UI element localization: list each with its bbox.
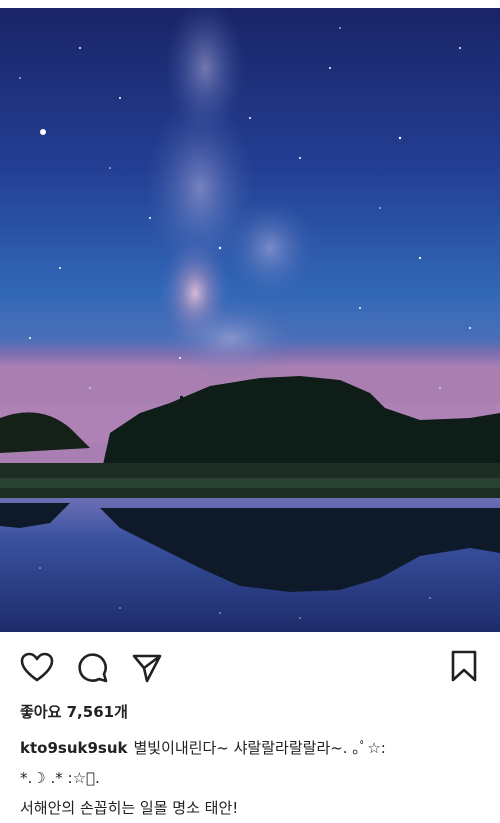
comment-bubble-icon[interactable] xyxy=(77,652,109,684)
send-paper-plane-icon[interactable] xyxy=(131,652,163,684)
likes-count[interactable]: 좋아요 7,561개 xyxy=(20,701,128,722)
post-photo[interactable] xyxy=(0,8,500,632)
caption-line-3: 서해안의 손꼽히는 일몰 명소 태안! xyxy=(20,799,239,817)
post-caption: kto9suk9suk 별빛이내린다~ 샤랄랄라랄랄라~. ｡ﾟ☆: *.☽ .*… xyxy=(20,733,488,823)
caption-line-1: kto9suk9suk 별빛이내린다~ 샤랄랄라랄랄라~. ｡ﾟ☆: xyxy=(20,733,488,763)
bookmark-icon[interactable] xyxy=(450,650,478,682)
post-action-bar xyxy=(0,632,500,696)
caption-line-2: *.☽ .* :☆ﾟ. xyxy=(20,769,100,787)
heart-icon[interactable] xyxy=(20,652,54,682)
milky-way-image xyxy=(0,8,500,632)
caption-text-1: 별빛이내린다~ 샤랄랄라랄랄라~. ｡ﾟ☆: xyxy=(133,739,386,757)
username-link[interactable]: kto9suk9suk xyxy=(20,739,128,757)
